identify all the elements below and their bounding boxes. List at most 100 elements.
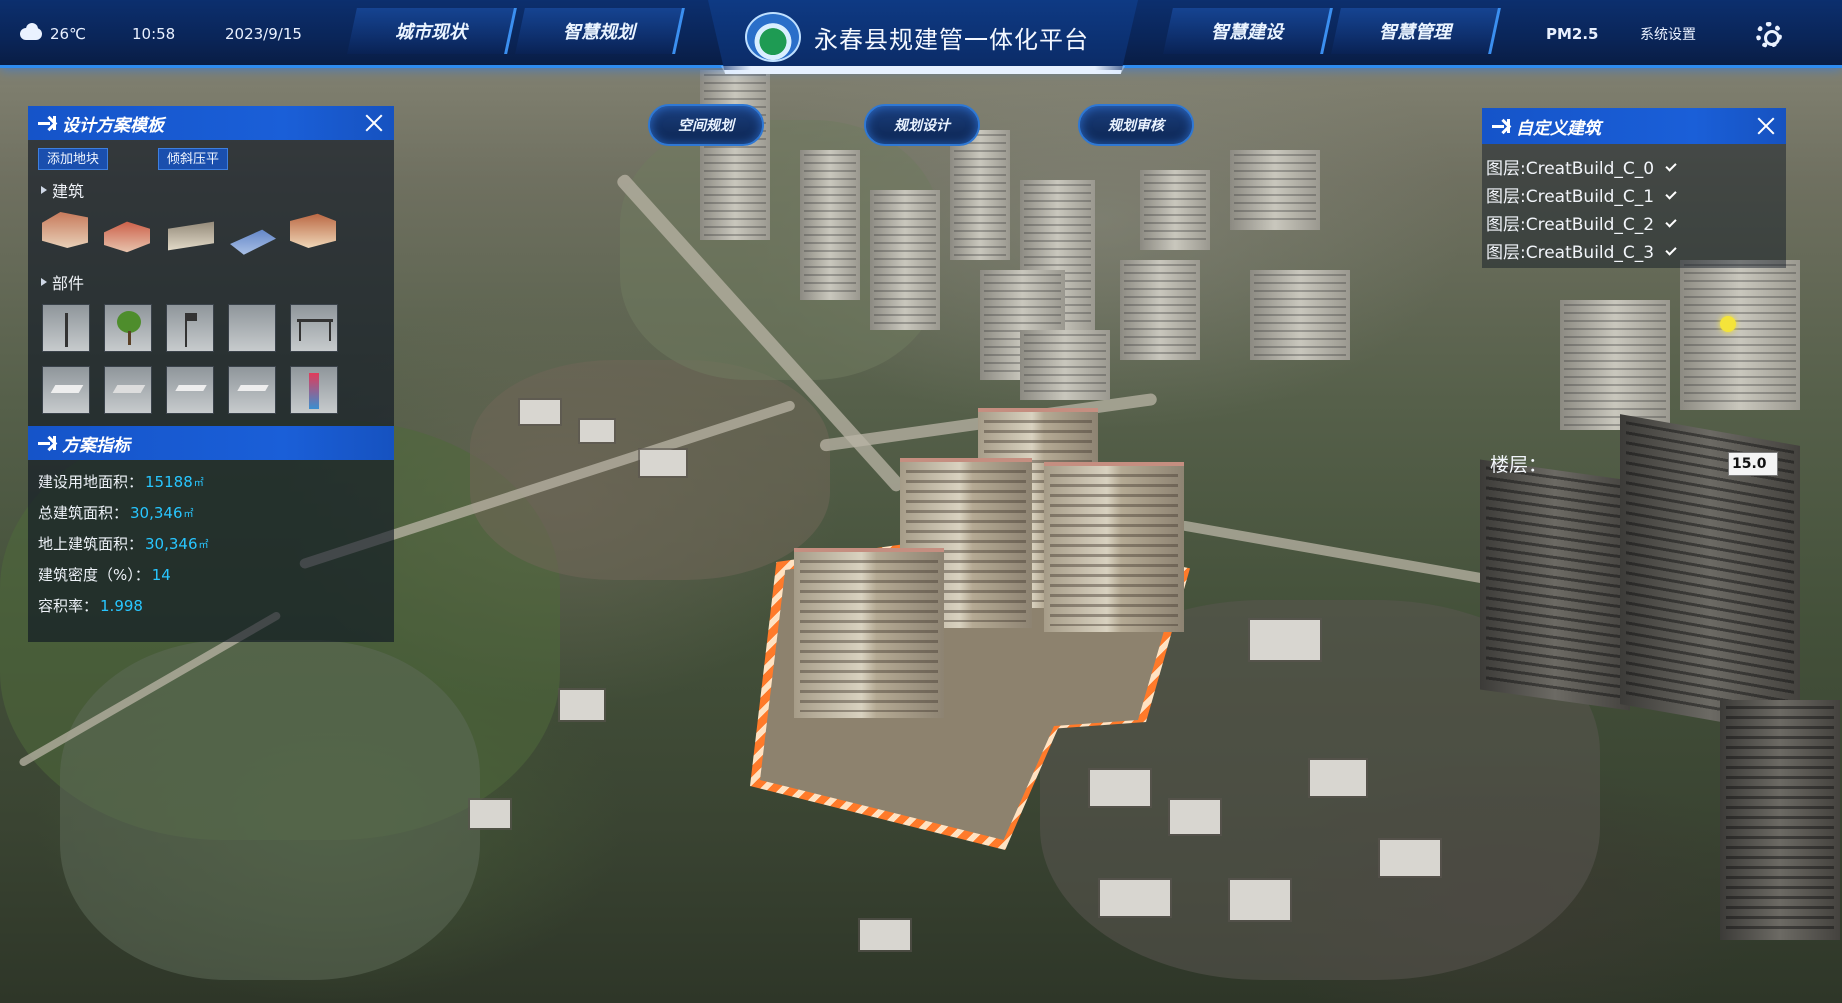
metric-value: 1.998 bbox=[100, 596, 143, 615]
custom-panel-header: 自定义建筑 bbox=[1482, 108, 1786, 144]
pad-icon bbox=[50, 385, 84, 393]
background-tower bbox=[800, 150, 860, 300]
pad-icon bbox=[112, 385, 146, 393]
sign-thumb[interactable] bbox=[166, 304, 214, 352]
pad-icon bbox=[175, 385, 207, 391]
check-icon[interactable] bbox=[1665, 188, 1677, 200]
house bbox=[1170, 800, 1220, 834]
proposed-building[interactable] bbox=[794, 548, 944, 718]
building-thumb-5[interactable] bbox=[290, 213, 336, 248]
planning-review-button[interactable]: 规划审核 bbox=[1078, 104, 1194, 146]
section-parts[interactable]: 部件 bbox=[40, 270, 84, 294]
planning-design-button[interactable]: 规划设计 bbox=[864, 104, 980, 146]
metric-row: 建设用地面积： 15188 ㎡ bbox=[38, 472, 204, 492]
floor-input[interactable] bbox=[1728, 452, 1778, 476]
pad-icon bbox=[237, 385, 269, 391]
house bbox=[1090, 770, 1150, 806]
totem-icon bbox=[309, 373, 319, 409]
app-root: 26℃ 10:58 2023/9/15 城市现状 智慧规划 智慧建设 智慧管理 … bbox=[0, 0, 1842, 1003]
close-icon[interactable] bbox=[1756, 116, 1776, 136]
tab-smart-management[interactable]: 智慧管理 bbox=[1331, 8, 1501, 54]
tab-smart-construction[interactable]: 智慧建设 bbox=[1163, 8, 1333, 54]
plan-metrics-panel: 方案指标 建设用地面积： 15188 ㎡ 总建筑面积： 30,346 ㎡ 地上建筑面积：… bbox=[28, 426, 394, 642]
metric-row: 总建筑面积： 30,346 ㎡ bbox=[38, 503, 194, 523]
panel-enter-icon bbox=[38, 116, 56, 130]
building-thumb-3[interactable] bbox=[168, 221, 214, 251]
metric-value: 15188 bbox=[145, 472, 193, 491]
house bbox=[520, 400, 560, 424]
system-settings-link[interactable]: 系统设置 bbox=[1640, 0, 1696, 68]
house bbox=[1230, 880, 1290, 920]
panel-enter-icon bbox=[38, 436, 56, 450]
current-date: 2023/9/15 bbox=[225, 25, 302, 43]
house bbox=[1100, 880, 1170, 916]
tab-city-status[interactable]: 城市现状 bbox=[347, 8, 517, 54]
blank-thumb[interactable] bbox=[228, 304, 276, 352]
pm25-indicator[interactable]: PM2.5 bbox=[1546, 0, 1599, 68]
foreground-tower bbox=[1720, 700, 1840, 940]
greenhouse-area bbox=[60, 640, 480, 980]
metric-row: 容积率： 1.998 bbox=[38, 596, 143, 616]
gear-icon[interactable] bbox=[1756, 22, 1782, 48]
cloud-sun-icon bbox=[16, 23, 46, 42]
metric-row: 建筑密度（%）： 14 bbox=[38, 565, 171, 585]
check-icon[interactable] bbox=[1665, 216, 1677, 228]
clock-time: 10:58 bbox=[132, 25, 176, 43]
background-tower bbox=[1680, 260, 1800, 410]
metric-row: 地上建筑面积： 30,346 ㎡ bbox=[38, 534, 209, 554]
check-icon[interactable] bbox=[1665, 160, 1677, 172]
tab-smart-planning[interactable]: 智慧规划 bbox=[515, 8, 685, 54]
background-tower bbox=[1020, 330, 1110, 400]
pad-thumb-2[interactable] bbox=[104, 366, 152, 414]
space-planning-button[interactable]: 空间规划 bbox=[648, 104, 764, 146]
house bbox=[640, 450, 686, 476]
layer-item[interactable]: 图层:CreatBuild_C_3 bbox=[1486, 236, 1782, 264]
shelter-thumb[interactable] bbox=[290, 304, 338, 352]
layer-item[interactable]: 图层:CreatBuild_C_0 bbox=[1486, 152, 1782, 180]
metrics-panel-header: 方案指标 bbox=[28, 426, 394, 460]
section-building[interactable]: 建筑 bbox=[40, 178, 84, 202]
layer-item[interactable]: 图层:CreatBuild_C_1 bbox=[1486, 180, 1782, 208]
background-tower bbox=[870, 190, 940, 330]
background-tower bbox=[1560, 300, 1670, 430]
add-plot-button[interactable]: 添加地块 bbox=[38, 148, 109, 170]
background-tower bbox=[950, 130, 1010, 260]
building-thumb-4[interactable] bbox=[230, 229, 276, 255]
metric-value: 14 bbox=[151, 565, 171, 584]
streetlight-thumb[interactable] bbox=[42, 304, 90, 352]
floor-label: 楼层： bbox=[1490, 454, 1548, 476]
shelter-icon bbox=[297, 319, 333, 322]
flatten-tilt-button[interactable]: 倾斜压平 bbox=[158, 148, 229, 170]
layer-item[interactable]: 图层:CreatBuild_C_2 bbox=[1486, 208, 1782, 236]
custom-building-panel: 自定义建筑 图层:CreatBuild_C_0 图层:CreatBuild_C_… bbox=[1482, 108, 1786, 268]
app-title: 永春县规建管一体化平台 bbox=[814, 26, 1089, 54]
building-thumb-1[interactable] bbox=[42, 212, 88, 248]
building-thumb-2[interactable] bbox=[104, 221, 150, 253]
design-panel-header: 设计方案模板 bbox=[28, 106, 394, 140]
foreground-tower bbox=[1480, 459, 1630, 711]
proposed-building[interactable] bbox=[1044, 462, 1184, 632]
custom-panel-title: 自定义建筑 bbox=[1516, 118, 1601, 139]
background-tower bbox=[700, 70, 770, 240]
house bbox=[560, 690, 604, 720]
background-tower bbox=[1120, 260, 1200, 360]
close-icon[interactable] bbox=[364, 113, 384, 133]
check-icon[interactable] bbox=[1665, 244, 1677, 256]
tree-icon bbox=[117, 311, 141, 333]
background-tower bbox=[1140, 170, 1210, 250]
house bbox=[580, 420, 614, 442]
totem-thumb[interactable] bbox=[290, 366, 338, 414]
pad-thumb-3[interactable] bbox=[166, 366, 214, 414]
title-plate-edge bbox=[720, 66, 1126, 74]
emblem-logo bbox=[745, 12, 801, 62]
temperature: 26℃ bbox=[50, 25, 86, 43]
pad-thumb-4[interactable] bbox=[228, 366, 276, 414]
house bbox=[860, 920, 910, 950]
panel-enter-icon bbox=[1492, 119, 1510, 133]
tree-thumb[interactable] bbox=[104, 304, 152, 352]
metrics-panel-title: 方案指标 bbox=[62, 435, 130, 456]
design-template-panel: 设计方案模板 添加地块 倾斜压平 建筑 部件 bbox=[28, 106, 394, 426]
pad-thumb-1[interactable] bbox=[42, 366, 90, 414]
metric-value: 30,346 bbox=[130, 503, 183, 522]
weather: 26℃ bbox=[16, 0, 86, 68]
